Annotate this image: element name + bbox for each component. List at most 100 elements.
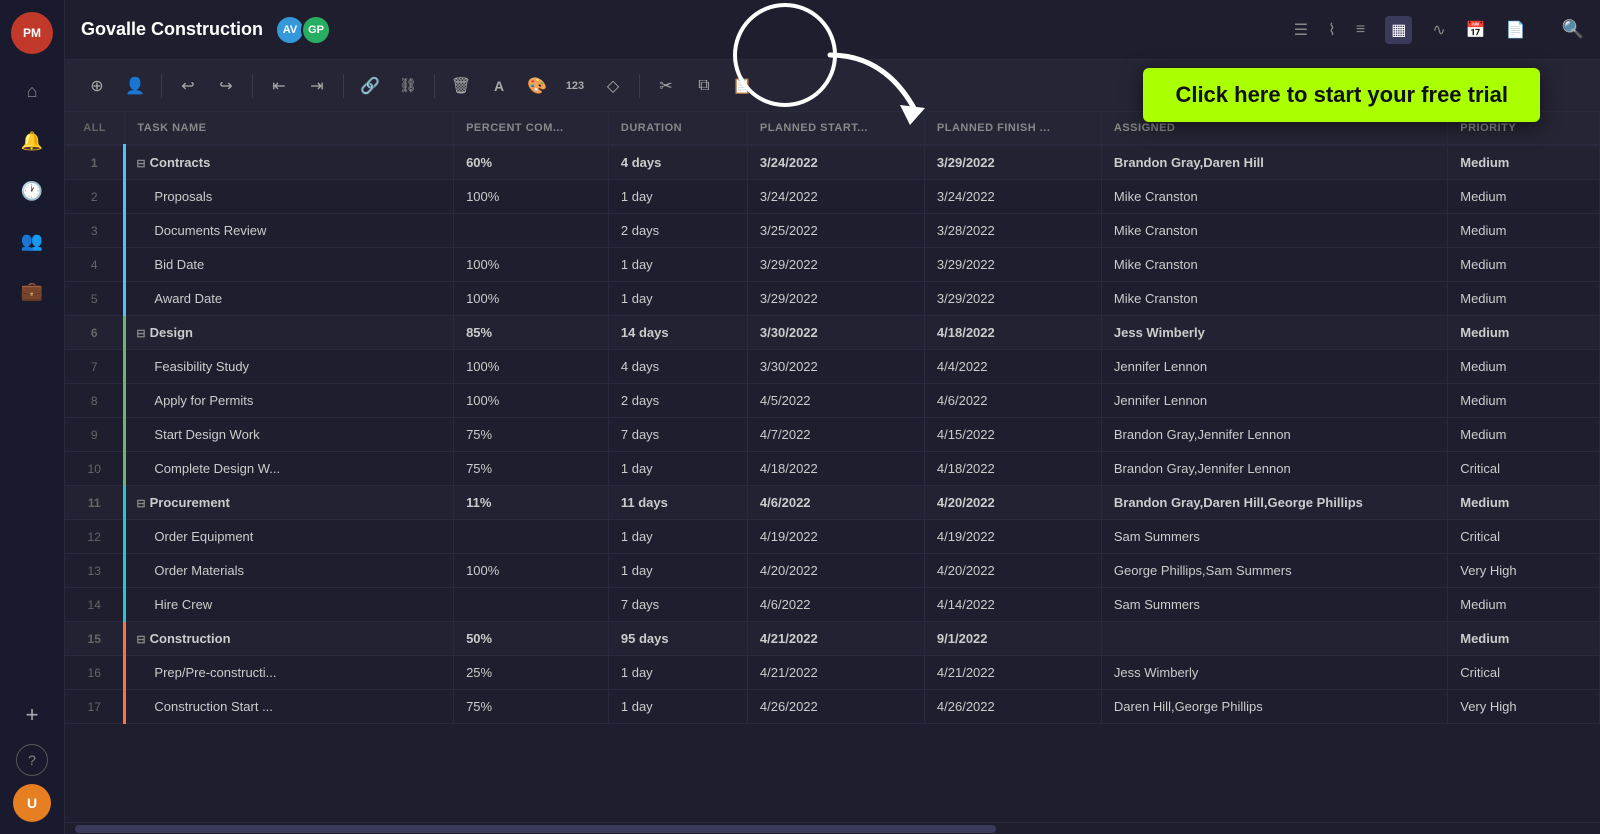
redo-button[interactable]: ↪ (210, 70, 242, 102)
add-task-button[interactable]: ⊕ (81, 70, 113, 102)
add-person-button[interactable]: 👤 (119, 70, 151, 102)
row-planned-finish: 4/20/2022 (924, 486, 1101, 520)
paste-button[interactable]: 📋 (726, 70, 758, 102)
unlink-button[interactable]: ⛓ (392, 70, 424, 102)
task-table: ALL TASK NAME PERCENT COM... DURATION PL… (65, 112, 1600, 724)
indent-left-button[interactable]: ⇤ (263, 70, 295, 102)
avatar-2[interactable]: GP (301, 15, 331, 45)
color-button[interactable]: 🎨 (521, 70, 553, 102)
table-row[interactable]: 17Construction Start ...75%1 day4/26/202… (65, 690, 1600, 724)
row-assigned: Brandon Gray,Jennifer Lennon (1101, 452, 1447, 486)
row-task-name: Prep/Pre-constructi... (125, 656, 454, 690)
row-planned-start: 3/24/2022 (747, 180, 924, 214)
table-row[interactable]: 11⊟Procurement11%11 days4/6/20224/20/202… (65, 486, 1600, 520)
row-task-name: ⊟Construction (125, 622, 454, 656)
row-duration: 14 days (608, 316, 747, 350)
number-format-button[interactable]: 123 (559, 70, 591, 102)
expand-icon[interactable]: ⊟ (136, 633, 145, 646)
row-priority: Very High (1448, 554, 1600, 588)
sidebar-item-portfolio[interactable]: 💼 (11, 270, 53, 312)
row-assigned: Jennifer Lennon (1101, 384, 1447, 418)
row-assigned: Brandon Gray,Jennifer Lennon (1101, 418, 1447, 452)
table-row[interactable]: 13Order Materials100%1 day4/20/20224/20/… (65, 554, 1600, 588)
row-planned-finish: 4/15/2022 (924, 418, 1101, 452)
row-planned-start: 3/24/2022 (747, 145, 924, 180)
table-row[interactable]: 1⊟Contracts60%4 days3/24/20223/29/2022Br… (65, 145, 1600, 180)
row-duration: 11 days (608, 486, 747, 520)
table-row[interactable]: 4Bid Date100%1 day3/29/20223/29/2022Mike… (65, 248, 1600, 282)
sidebar-item-team[interactable]: 👥 (11, 220, 53, 262)
row-planned-finish: 4/26/2022 (924, 690, 1101, 724)
free-trial-banner[interactable]: Click here to start your free trial (1143, 68, 1540, 122)
sidebar-item-notifications[interactable]: 🔔 (11, 120, 53, 162)
row-planned-start: 4/21/2022 (747, 622, 924, 656)
row-assigned: Jennifer Lennon (1101, 350, 1447, 384)
file-view-icon[interactable]: 📄 (1506, 20, 1526, 40)
table-row[interactable]: 14Hire Crew7 days4/6/20224/14/2022Sam Su… (65, 588, 1600, 622)
sidebar-item-help[interactable]: ? (16, 744, 48, 776)
table-row[interactable]: 9Start Design Work75%7 days4/7/20224/15/… (65, 418, 1600, 452)
row-planned-finish: 4/14/2022 (924, 588, 1101, 622)
row-task-name: ⊟Design (125, 316, 454, 350)
row-assigned: Daren Hill,George Phillips (1101, 690, 1447, 724)
sidebar-item-home[interactable]: ⌂ (11, 70, 53, 112)
expand-icon[interactable]: ⊟ (136, 327, 145, 340)
row-duration: 1 day (608, 180, 747, 214)
delete-button[interactable]: 🗑 (445, 70, 477, 102)
row-planned-start: 4/26/2022 (747, 690, 924, 724)
table-row[interactable]: 10Complete Design W...75%1 day4/18/20224… (65, 452, 1600, 486)
sidebar-user-avatar[interactable]: U (13, 784, 51, 822)
copy-button[interactable]: ⧉ (688, 70, 720, 102)
row-planned-finish: 3/28/2022 (924, 214, 1101, 248)
cut-button[interactable]: ✂ (650, 70, 682, 102)
indent-right-button[interactable]: ⇥ (301, 70, 333, 102)
table-view-icon[interactable]: ▦ (1385, 16, 1412, 44)
row-priority: Very High (1448, 690, 1600, 724)
undo-button[interactable]: ↩ (172, 70, 204, 102)
table-row[interactable]: 3Documents Review2 days3/25/20223/28/202… (65, 214, 1600, 248)
table-row[interactable]: 6⊟Design85%14 days3/30/20224/18/2022Jess… (65, 316, 1600, 350)
row-planned-start: 4/21/2022 (747, 656, 924, 690)
shape-button[interactable]: ◇ (597, 70, 629, 102)
table-row[interactable]: 5Award Date100%1 day3/29/20223/29/2022Mi… (65, 282, 1600, 316)
table-row[interactable]: 2Proposals100%1 day3/24/20223/24/2022Mik… (65, 180, 1600, 214)
row-number: 12 (65, 520, 125, 554)
table-row[interactable]: 15⊟Construction50%95 days4/21/20229/1/20… (65, 622, 1600, 656)
row-planned-start: 3/25/2022 (747, 214, 924, 248)
table-row[interactable]: 7Feasibility Study100%4 days3/30/20224/4… (65, 350, 1600, 384)
table-row[interactable]: 12Order Equipment1 day4/19/20224/19/2022… (65, 520, 1600, 554)
row-duration: 1 day (608, 656, 747, 690)
row-percent: 25% (454, 656, 609, 690)
table-row[interactable]: 16Prep/Pre-constructi...25%1 day4/21/202… (65, 656, 1600, 690)
expand-icon[interactable]: ⊟ (136, 497, 145, 510)
table-row[interactable]: 8Apply for Permits100%2 days4/5/20224/6/… (65, 384, 1600, 418)
search-icon[interactable]: 🔍 (1562, 19, 1584, 40)
font-button[interactable]: A (483, 70, 515, 102)
app-logo[interactable]: PM (11, 12, 53, 54)
row-percent (454, 588, 609, 622)
row-planned-start: 3/29/2022 (747, 248, 924, 282)
row-duration: 95 days (608, 622, 747, 656)
expand-icon[interactable]: ⊟ (136, 157, 145, 170)
link-button[interactable]: 🔗 (354, 70, 386, 102)
calendar-view-icon[interactable]: 📅 (1466, 20, 1486, 40)
row-assigned: Sam Summers (1101, 588, 1447, 622)
row-assigned: Mike Cranston (1101, 180, 1447, 214)
grid-view-icon[interactable]: ≡ (1356, 21, 1365, 39)
list-view-icon[interactable]: ☰ (1294, 20, 1308, 40)
waveform-icon[interactable]: ∿ (1432, 20, 1445, 40)
row-task-name: Order Equipment (125, 520, 454, 554)
row-priority: Medium (1448, 248, 1600, 282)
sidebar-item-add[interactable]: + (11, 694, 53, 736)
gantt-view-icon[interactable]: ⌇ (1328, 20, 1336, 40)
row-task-name: Award Date (125, 282, 454, 316)
row-duration: 1 day (608, 520, 747, 554)
row-priority: Medium (1448, 622, 1600, 656)
row-number: 6 (65, 316, 125, 350)
row-planned-start: 4/19/2022 (747, 520, 924, 554)
row-duration: 2 days (608, 384, 747, 418)
horizontal-scrollbar[interactable] (65, 822, 1600, 834)
sidebar-item-time[interactable]: 🕐 (11, 170, 53, 212)
row-priority: Medium (1448, 418, 1600, 452)
sidebar: PM ⌂ 🔔 🕐 👥 💼 + ? U (0, 0, 65, 834)
